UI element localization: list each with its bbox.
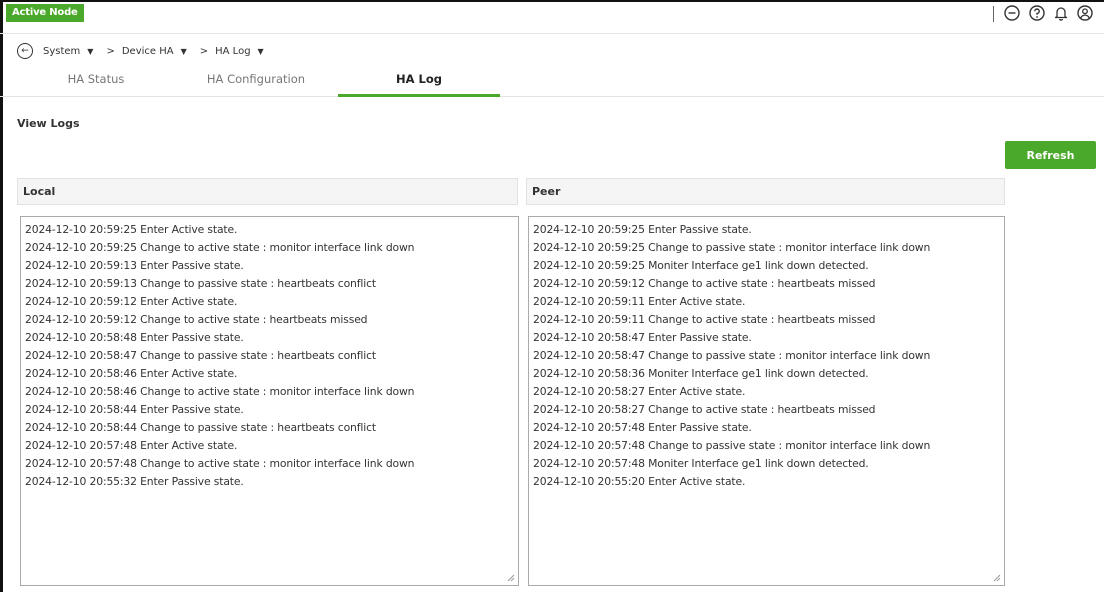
back-arrow-icon[interactable]: ← xyxy=(17,43,33,59)
breadcrumb: ← System ▼ > Device HA ▼ > HA Log ▼ xyxy=(17,41,270,61)
log-line: 2024-12-10 20:58:46 Change to active sta… xyxy=(25,385,415,398)
minus-circle-icon[interactable] xyxy=(1003,4,1021,22)
log-line: 2024-12-10 20:59:25 Moniter Interface ge… xyxy=(533,259,869,272)
log-line: 2024-12-10 20:57:48 Change to passive st… xyxy=(533,439,931,452)
log-line: 2024-12-10 20:58:27 Enter Active state. xyxy=(533,385,746,398)
log-line: 2024-12-10 20:59:25 Change to active sta… xyxy=(25,241,415,254)
peer-log-textarea[interactable]: 2024-12-10 20:59:25 Enter Passive state.… xyxy=(528,216,1005,586)
log-line: 2024-12-10 20:57:48 Enter Passive state. xyxy=(533,421,752,434)
local-log-textarea[interactable]: 2024-12-10 20:59:25 Enter Active state. 2… xyxy=(20,216,519,586)
log-line: 2024-12-10 20:59:25 Enter Active state. xyxy=(25,223,238,236)
log-line: 2024-12-10 20:58:44 Enter Passive state. xyxy=(25,403,244,416)
breadcrumb-separator: > xyxy=(199,45,209,57)
breadcrumb-ha-log[interactable]: HA Log xyxy=(215,46,250,57)
resize-grip-icon[interactable] xyxy=(993,574,1001,582)
top-bar-divider xyxy=(993,6,994,22)
chevron-down-icon[interactable]: ▼ xyxy=(181,47,187,56)
log-line: 2024-12-10 20:55:20 Enter Active state. xyxy=(533,475,746,488)
local-column-header: Local xyxy=(17,178,518,205)
help-icon[interactable] xyxy=(1028,4,1046,22)
log-line: 2024-12-10 20:59:25 Change to passive st… xyxy=(533,241,931,254)
log-line: 2024-12-10 20:57:48 Change to active sta… xyxy=(25,457,415,470)
breadcrumb-system[interactable]: System xyxy=(43,46,80,57)
top-bar: Active Node xyxy=(0,0,1104,34)
log-line: 2024-12-10 20:58:48 Enter Passive state. xyxy=(25,331,244,344)
refresh-button[interactable]: Refresh xyxy=(1005,141,1096,169)
log-line: 2024-12-10 20:58:47 Enter Passive state. xyxy=(533,331,752,344)
log-line: 2024-12-10 20:59:12 Enter Active state. xyxy=(25,295,238,308)
breadcrumb-device-ha[interactable]: Device HA xyxy=(122,46,174,57)
log-line: 2024-12-10 20:58:46 Enter Active state. xyxy=(25,367,238,380)
log-line: 2024-12-10 20:59:25 Enter Passive state. xyxy=(533,223,752,236)
log-line: 2024-12-10 20:58:47 Change to passive st… xyxy=(25,349,376,362)
user-icon[interactable] xyxy=(1076,4,1094,22)
peer-column-header: Peer xyxy=(526,178,1005,205)
resize-grip-icon[interactable] xyxy=(507,574,515,582)
log-line: 2024-12-10 20:59:11 Change to active sta… xyxy=(533,313,876,326)
log-line: 2024-12-10 20:59:12 Change to active sta… xyxy=(25,313,368,326)
section-title: View Logs xyxy=(17,117,80,130)
active-node-badge: Active Node xyxy=(6,4,84,22)
chevron-down-icon[interactable]: ▼ xyxy=(87,47,93,56)
chevron-down-icon[interactable]: ▼ xyxy=(258,47,264,56)
log-line: 2024-12-10 20:59:13 Enter Passive state. xyxy=(25,259,244,272)
log-line: 2024-12-10 20:58:27 Change to active sta… xyxy=(533,403,876,416)
log-line: 2024-12-10 20:55:32 Enter Passive state. xyxy=(25,475,244,488)
tab-ha-status[interactable]: HA Status xyxy=(20,64,172,94)
log-line: 2024-12-10 20:58:36 Moniter Interface ge… xyxy=(533,367,869,380)
tab-ha-configuration[interactable]: HA Configuration xyxy=(178,64,334,94)
tab-ha-log[interactable]: HA Log xyxy=(338,64,500,97)
log-line: 2024-12-10 20:58:44 Change to passive st… xyxy=(25,421,376,434)
log-line: 2024-12-10 20:57:48 Moniter Interface ge… xyxy=(533,457,869,470)
log-line: 2024-12-10 20:59:13 Change to passive st… xyxy=(25,277,376,290)
log-line: 2024-12-10 20:57:48 Enter Active state. xyxy=(25,439,238,452)
tab-bar: HA Status HA Configuration HA Log xyxy=(0,64,1104,97)
breadcrumb-separator: > xyxy=(106,45,115,57)
log-line: 2024-12-10 20:59:11 Enter Active state. xyxy=(533,295,746,308)
log-line: 2024-12-10 20:58:47 Change to passive st… xyxy=(533,349,931,362)
bell-icon[interactable] xyxy=(1052,4,1070,22)
log-line: 2024-12-10 20:59:12 Change to active sta… xyxy=(533,277,876,290)
